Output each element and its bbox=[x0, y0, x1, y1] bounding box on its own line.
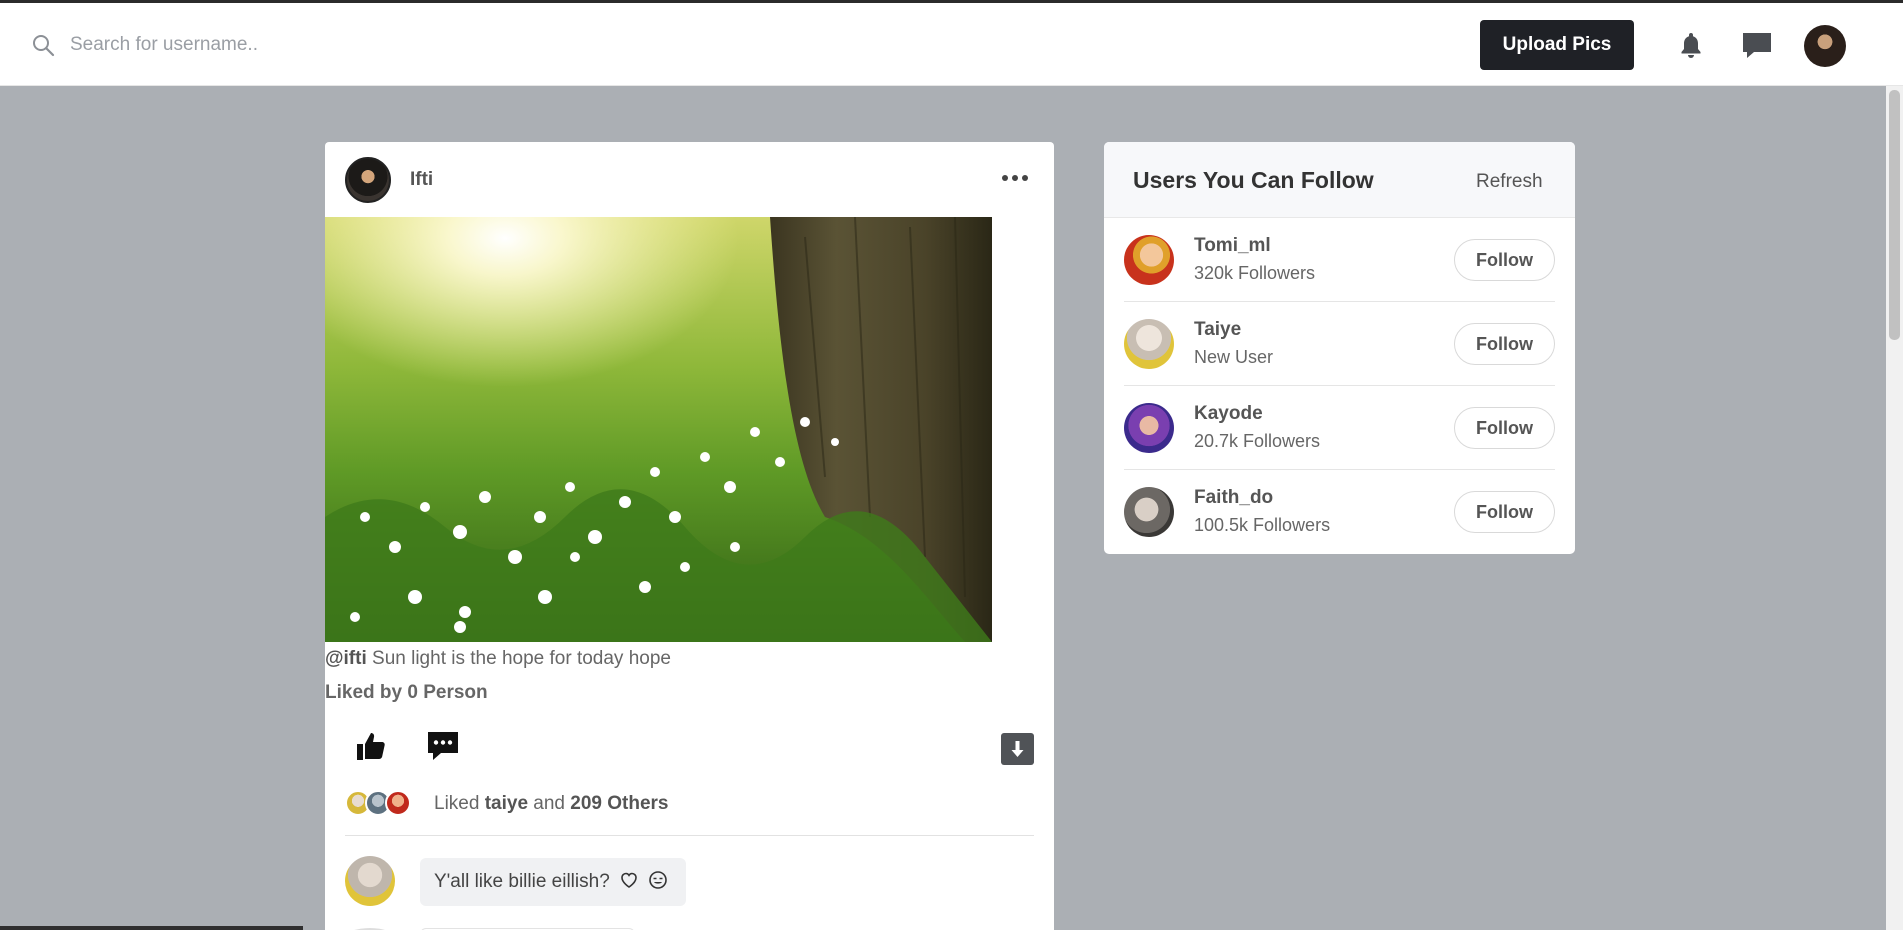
profile-avatar[interactable] bbox=[1804, 25, 1846, 67]
comment-icon[interactable] bbox=[426, 729, 460, 763]
user-followers: New User bbox=[1194, 347, 1274, 367]
liked-by-prefix: Liked by bbox=[325, 682, 403, 703]
comment-bubble: Y'all like billie eillish? bbox=[420, 858, 686, 906]
suggestion-row: Tomi_ml 320k Followers Follow bbox=[1124, 218, 1555, 302]
suggestions-title: Users You Can Follow bbox=[1133, 167, 1374, 193]
user-followers: 100.5k Followers bbox=[1194, 515, 1331, 535]
scrollbar-thumb[interactable] bbox=[1889, 90, 1900, 340]
post-caption: @ifti Sun light is the hope for today ho… bbox=[325, 648, 671, 670]
comments-divider bbox=[345, 835, 1034, 836]
refresh-button[interactable]: Refresh bbox=[1476, 171, 1543, 193]
emoji-icon[interactable] bbox=[648, 870, 668, 890]
follow-button[interactable]: Follow bbox=[1454, 407, 1555, 449]
comment-text: Y'all like billie eillish? bbox=[434, 871, 610, 892]
caption-text: Sun light is the hope for today hope bbox=[372, 648, 671, 669]
user-name[interactable]: Kayode bbox=[1194, 403, 1263, 425]
liked-user-link[interactable]: taiye bbox=[485, 793, 528, 814]
heart-icon[interactable] bbox=[619, 870, 639, 890]
caption-handle[interactable]: @ifti bbox=[325, 648, 367, 669]
chat-icon[interactable] bbox=[1741, 29, 1773, 61]
suggestion-row: Taiye New User Follow bbox=[1124, 302, 1555, 386]
commenter-avatar[interactable] bbox=[345, 856, 395, 906]
post-author-name[interactable]: Ifti bbox=[410, 169, 433, 191]
user-name[interactable]: Taiye bbox=[1194, 319, 1241, 341]
post-card: Ifti @ifti Sun light is the hope for tod… bbox=[325, 142, 1054, 930]
top-navbar: Upload Pics bbox=[0, 3, 1903, 86]
search-input[interactable] bbox=[70, 25, 670, 65]
bottom-edge-bar bbox=[0, 926, 303, 930]
follow-button[interactable]: Follow bbox=[1454, 491, 1555, 533]
user-avatar[interactable] bbox=[1124, 403, 1174, 453]
liked-conjunction: and bbox=[533, 793, 565, 814]
user-followers: 20.7k Followers bbox=[1194, 431, 1321, 451]
follow-button[interactable]: Follow bbox=[1454, 239, 1555, 281]
suggestion-row: Kayode 20.7k Followers Follow bbox=[1124, 386, 1555, 470]
upload-pics-button[interactable]: Upload Pics bbox=[1480, 20, 1634, 70]
user-avatar[interactable] bbox=[1124, 235, 1174, 285]
liked-by-count: Liked by 0 Person bbox=[325, 682, 488, 704]
user-followers: 320k Followers bbox=[1194, 263, 1316, 283]
user-name[interactable]: Tomi_ml bbox=[1194, 235, 1271, 257]
download-icon bbox=[1011, 741, 1024, 757]
liker-avatar[interactable] bbox=[385, 790, 411, 816]
user-avatar[interactable] bbox=[1124, 487, 1174, 537]
liked-others-link[interactable]: 209 Others bbox=[570, 793, 668, 814]
liked-prefix: Liked bbox=[434, 793, 480, 814]
like-icon[interactable] bbox=[354, 729, 388, 763]
download-button[interactable] bbox=[1001, 733, 1034, 765]
user-avatar[interactable] bbox=[1124, 319, 1174, 369]
liked-summary-text: Liked taiye and 209 Others bbox=[434, 793, 669, 815]
suggestions-panel: Users You Can Follow Refresh Tomi_ml 320… bbox=[1104, 142, 1575, 554]
search-icon bbox=[33, 35, 55, 57]
suggestions-header: Users You Can Follow Refresh bbox=[1104, 142, 1575, 218]
post-image[interactable] bbox=[325, 217, 992, 642]
more-options-icon[interactable] bbox=[1001, 172, 1029, 184]
suggestion-row: Faith_do 100.5k Followers Follow bbox=[1124, 470, 1555, 554]
user-name[interactable]: Faith_do bbox=[1194, 487, 1273, 509]
post-author-avatar[interactable] bbox=[345, 157, 391, 203]
liked-by-number: 0 Person bbox=[407, 682, 488, 703]
follow-button[interactable]: Follow bbox=[1454, 323, 1555, 365]
bell-icon[interactable] bbox=[1675, 29, 1707, 61]
